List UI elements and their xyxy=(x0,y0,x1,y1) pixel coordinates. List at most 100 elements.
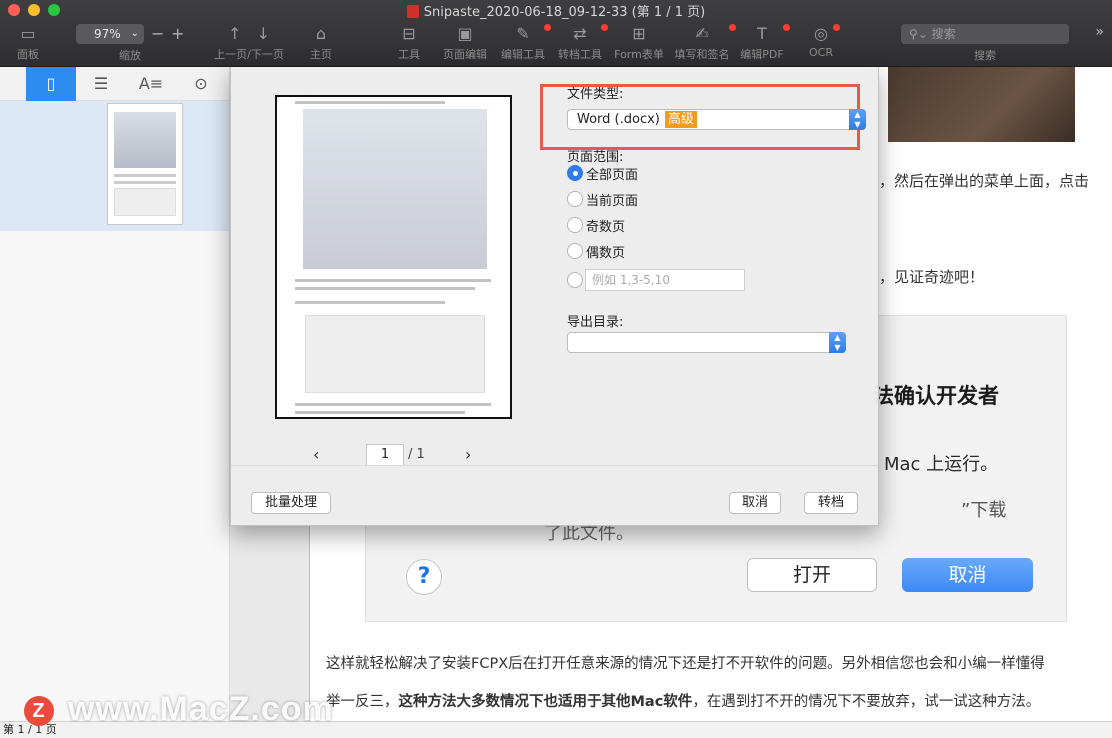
file-type-value: Word (.docx) xyxy=(577,112,660,127)
sidebar-tabs: ▯ ☰ A≡ ⊙ xyxy=(0,67,229,101)
thumbnail-list xyxy=(0,101,229,231)
form-button[interactable]: ⊞ Form表单 xyxy=(613,24,665,62)
radio-dot xyxy=(567,165,583,181)
page-thumbnail[interactable] xyxy=(107,103,183,225)
preview-line xyxy=(295,279,491,282)
page-paragraph: 这样就轻松解决了安装FCPX后在打开任意来源的情况下还是打不开软件的问题。另外相… xyxy=(326,656,1045,672)
annotations-tab[interactable]: A≡ xyxy=(126,67,176,101)
home-button[interactable]: ⌂ 主页 xyxy=(306,24,336,62)
text-annotation-icon: A≡ xyxy=(138,74,164,93)
toolbox-icon: ⊟ xyxy=(402,24,416,43)
search-label-text: 搜索 xyxy=(974,49,996,62)
convert-tools-button[interactable]: ⇄ 转档工具 xyxy=(556,24,608,62)
outline-tab[interactable]: ☰ xyxy=(76,67,126,101)
page-paragraph: 举一反三，这种方法大多数情况下也适用于其他Mac软件，在遇到打不开的情况下不要放… xyxy=(326,690,1040,711)
chevron-down-icon: ⌄ xyxy=(130,28,139,39)
window-title: Snipaste_2020-06-18_09-12-33 (第 1 / 1 页) xyxy=(0,1,1112,20)
paragraph-part: ，在遇到打不开的情况下不要放弃，试一试这种方法。 xyxy=(692,694,1041,710)
batch-process-button[interactable]: 批量处理 xyxy=(251,492,331,514)
preview-line xyxy=(295,287,475,290)
watermark: Zwww.MacZ.com xyxy=(24,690,334,729)
sidebar-icon: ▭ xyxy=(20,24,36,43)
shot-text: ”下载 xyxy=(961,500,1007,521)
arrow-down-icon[interactable]: ↓ xyxy=(257,24,270,43)
fill-sign-button[interactable]: ✍ 填写和签名 xyxy=(672,24,736,62)
zoom-out-button[interactable]: − xyxy=(151,24,164,43)
page-edit-button[interactable]: ▣ 页面编辑 xyxy=(440,24,490,62)
page-edit-label: 页面编辑 xyxy=(443,48,487,61)
page-nav-icons: ↑ ↓ xyxy=(212,24,286,44)
page-text-line: ，然后在弹出的菜单上面，点击 xyxy=(879,172,1090,190)
help-icon: ? xyxy=(406,559,442,595)
search-icon: ⚲⌄ xyxy=(909,27,932,41)
select-stepper-icon: ▲ ▼ xyxy=(849,109,866,130)
fill-sign-label: 填写和签名 xyxy=(674,48,730,61)
radio-dot xyxy=(567,217,583,233)
page-preview xyxy=(275,95,512,419)
file-type-select[interactable]: Word (.docx) 高级 ▲ ▼ xyxy=(567,109,866,130)
tools-label: 工具 xyxy=(398,48,420,61)
thumb-image xyxy=(114,188,176,216)
search-input[interactable]: ⚲⌄ 搜索 xyxy=(901,24,1069,44)
file-type-label: 文件类型: xyxy=(567,87,624,102)
page-icon: ▯ xyxy=(46,74,56,93)
shot-title: 法确认开发者 xyxy=(873,384,999,408)
edit-pdf-button[interactable]: T 编辑PDF xyxy=(738,24,790,62)
page-edit-icon: ▣ xyxy=(457,24,473,43)
preview-line xyxy=(295,101,445,104)
page-nav-group: ↑ ↓ 上一页/下一页 xyxy=(212,24,286,62)
preview-image xyxy=(303,109,487,269)
page-number-input[interactable]: 1 xyxy=(366,444,404,466)
form-label: Form表单 xyxy=(614,48,664,61)
shot-open-button: 打开 xyxy=(747,558,877,592)
radio-dot xyxy=(567,191,583,207)
zoom-in-button[interactable]: + xyxy=(171,24,184,43)
page-range-label: 页面范围: xyxy=(567,150,624,165)
prev-page-button[interactable]: ‹ xyxy=(313,445,319,464)
notification-dot xyxy=(833,24,840,31)
snapshot-tab[interactable]: ⊙ xyxy=(176,67,226,101)
toolbar-overflow-icon[interactable]: » xyxy=(1095,24,1104,40)
home-label: 主页 xyxy=(310,48,332,61)
page-total: / 1 xyxy=(408,447,425,462)
arrow-up-icon[interactable]: ↑ xyxy=(228,24,241,43)
paragraph-part: 举一反三， xyxy=(326,694,399,710)
panel-toggle-button[interactable]: ▭ 面板 xyxy=(12,24,44,62)
cancel-button[interactable]: 取消 xyxy=(729,492,781,514)
panel-label: 面板 xyxy=(17,48,39,61)
camera-icon: ⊙ xyxy=(194,74,208,93)
thumbnails-tab[interactable]: ▯ xyxy=(26,67,76,101)
shot-cancel-button: 取消 xyxy=(902,558,1033,592)
edit-tools-button[interactable]: ✎ 编辑工具 xyxy=(499,24,551,62)
page-image xyxy=(888,67,1075,142)
notification-dot xyxy=(783,24,790,31)
convert-button[interactable]: 转档 xyxy=(804,492,858,514)
tools-button[interactable]: ⊟ 工具 xyxy=(394,24,424,62)
home-icon: ⌂ xyxy=(315,24,327,43)
export-dir-select[interactable]: ▲ ▼ xyxy=(567,332,846,353)
ocr-button[interactable]: ◎ OCR xyxy=(806,24,840,59)
zoom-select[interactable]: 97% ⌄ xyxy=(76,24,144,44)
preview-line xyxy=(295,301,445,304)
thumb-line xyxy=(114,174,176,177)
ocr-label: OCR xyxy=(809,46,833,59)
thumb-image xyxy=(114,112,176,168)
zoom-value: 97% xyxy=(94,27,121,41)
edit-icon: ✎ xyxy=(499,24,551,44)
signature-icon: ✍ xyxy=(672,24,736,44)
preview-line xyxy=(295,403,491,406)
thumb-line xyxy=(114,181,176,184)
watermark-logo: Z xyxy=(24,696,54,726)
radio-label: 奇数页 xyxy=(586,220,626,235)
pdf-file-icon xyxy=(406,5,419,18)
form-icon: ⊞ xyxy=(632,24,646,43)
custom-range-input[interactable]: 例如 1,3-5,10 xyxy=(585,269,745,291)
watermark-text: www.MacZ.com xyxy=(68,690,334,728)
next-page-button[interactable]: › xyxy=(465,445,471,464)
page-text-line: ，见证奇迹吧！ xyxy=(879,268,985,286)
nav-label: 上一页/下一页 xyxy=(214,48,284,61)
select-stepper-icon: ▲ ▼ xyxy=(829,332,846,353)
paragraph-bold-part: 这种方法大多数情况下也适用于其他Mac软件 xyxy=(398,694,693,710)
zoom-label-text: 缩放 xyxy=(119,49,141,62)
footer-divider xyxy=(231,465,878,466)
